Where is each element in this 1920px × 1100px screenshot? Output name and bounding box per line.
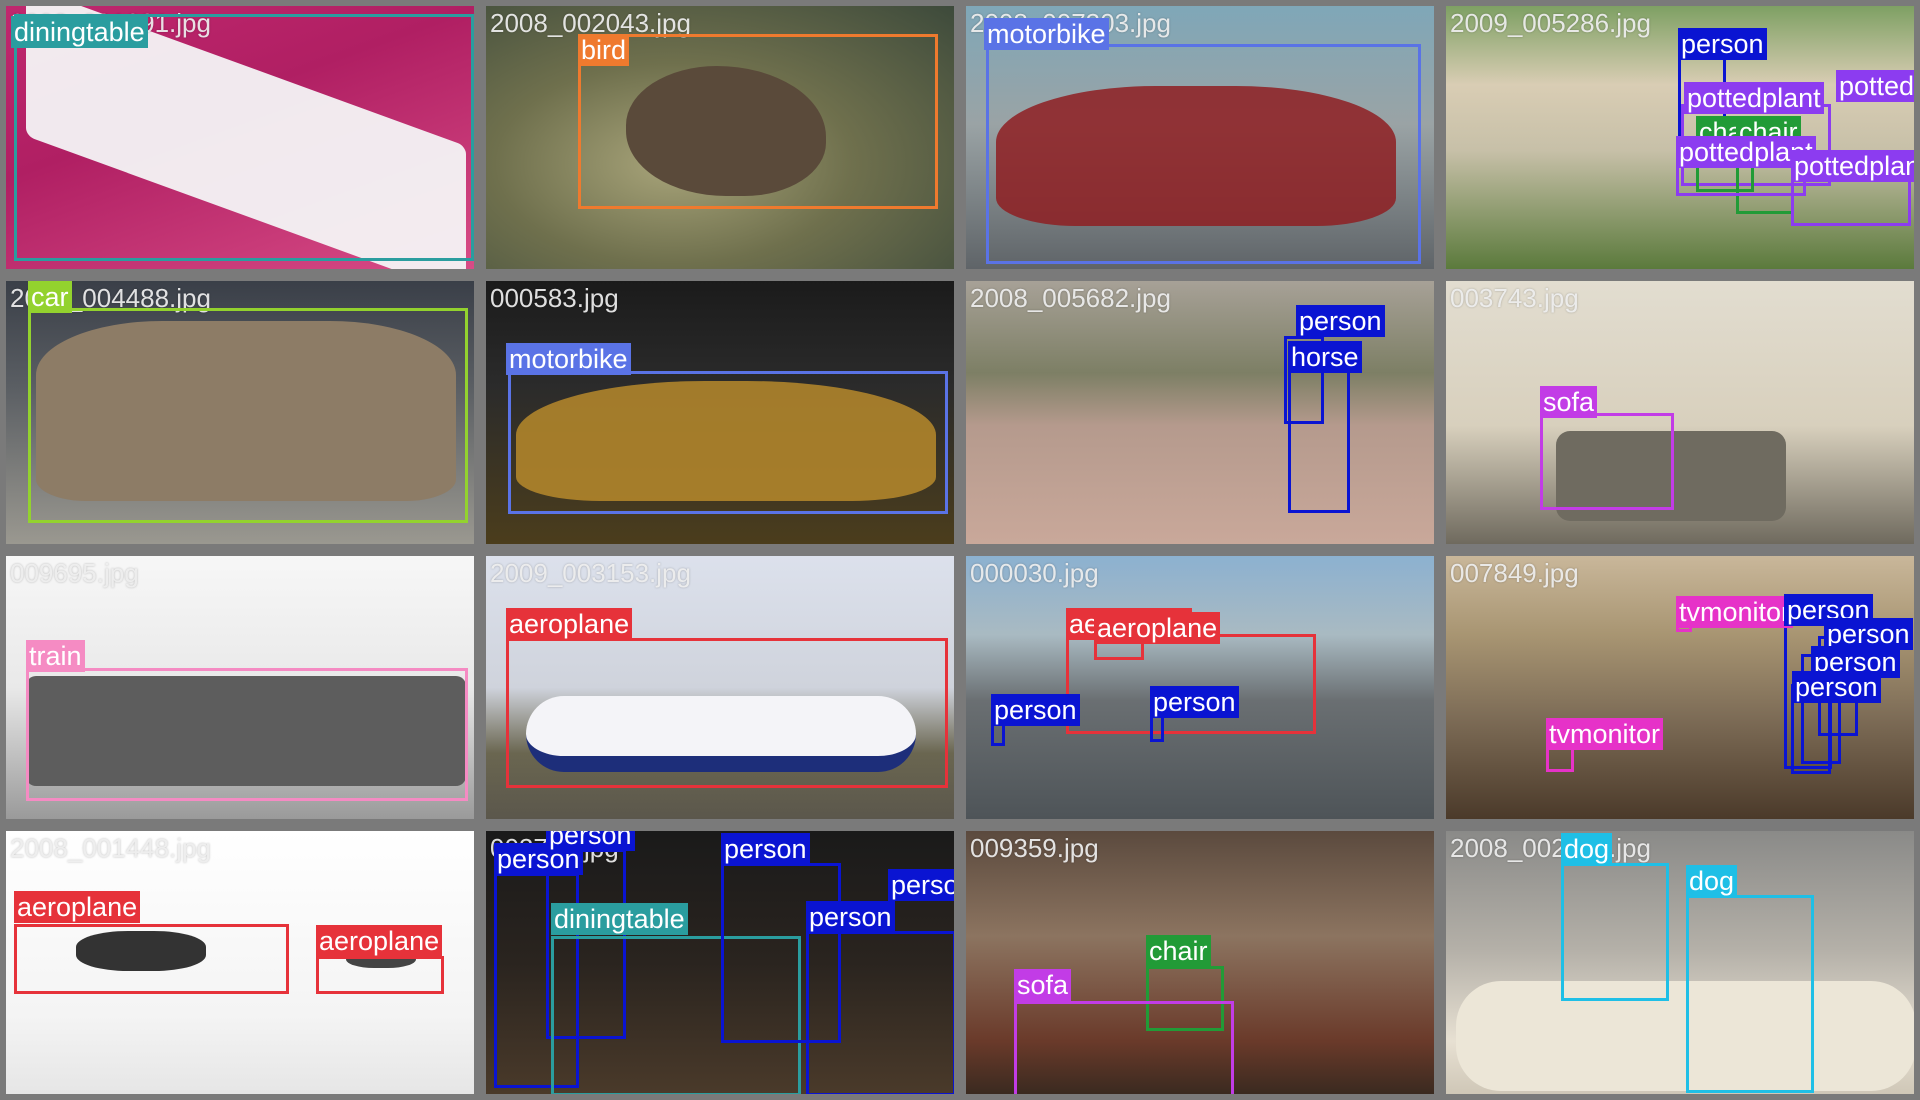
label-pottedplant: pottedplant [1684,82,1824,114]
label-bird: bird [578,34,630,66]
filename: 000583.jpg [490,283,619,313]
bbox-aeroplane [14,924,289,994]
label-aeroplane: aeroplane [506,608,633,640]
label-person: person [991,694,1080,726]
label-diningtable: diningtable [11,16,148,48]
bbox-motorbike [508,371,948,514]
label-horse: horse [1288,341,1362,373]
bbox-motorbike [986,44,1421,264]
bbox-diningtable [14,14,474,261]
label-aeroplane: aeroplane [316,925,443,957]
tile-5: 2008_004488.jpg car [0,275,480,550]
label-person: person [1296,305,1385,337]
tile-4: 2009_005286.jpg person pottedplant chair… [1440,0,1920,275]
label-person: person [1678,28,1767,60]
filename: 2008_001448.jpg [10,833,211,863]
tile-10: 2009_003153.jpg aeroplane [480,550,960,825]
tile-11: 000030.jpg aeroplane aeroplane person pe… [960,550,1440,825]
bbox-sofa [1014,1001,1234,1094]
label-car: car [28,281,72,313]
tile-14: 002743.jpg person person diningtable per… [480,825,960,1100]
tile-1: 2008_001091.jpg diningtable [0,0,480,275]
filename: 009695.jpg [10,558,139,588]
bbox-person [806,931,954,1094]
label-pottedplant: pottedplant [1836,70,1914,102]
label-pottedplant: pottedplant [1791,150,1914,182]
label-aeroplane: aeroplane [14,891,141,923]
tile-8: 003743.jpg sofa [1440,275,1920,550]
tile-7: 2008_005682.jpg person horse [960,275,1440,550]
filename: 2009_003153.jpg [490,558,691,588]
label-aeroplane: aeroplane [1094,612,1221,644]
bbox-dog [1561,863,1669,1001]
filename: 2009_005286.jpg [1450,8,1651,38]
bbox-dog [1686,895,1814,1093]
tile-6: 000583.jpg motorbike [480,275,960,550]
label-tvmonitor: tvmonitor [1676,596,1794,628]
label-motorbike: motorbike [984,18,1109,50]
filename: 2008_005682.jpg [970,283,1171,313]
label-sofa: sofa [1014,969,1072,1001]
label-tvmonitor: tvmonitor [1546,718,1664,750]
tile-13: 2008_001448.jpg aeroplane aeroplane [0,825,480,1100]
label-person: person [1150,686,1239,718]
bbox-aeroplane [506,638,948,788]
tile-3: 2008_007303.jpg motorbike [960,0,1440,275]
label-dog: dog [1561,833,1613,865]
filename: 000030.jpg [970,558,1099,588]
label-train: train [26,640,85,672]
bbox-aeroplane [316,956,444,994]
bbox-sofa [1540,413,1674,510]
tile-15: 009359.jpg chair sofa [960,825,1440,1100]
tile-16: 2008_002062.jpg dog dog [1440,825,1920,1100]
label-person: person [546,831,635,851]
filename: 007849.jpg [1450,558,1579,588]
tile-12: 007849.jpg tvmonitor person person perso… [1440,550,1920,825]
filename: 003743.jpg [1450,283,1579,313]
label-dog: dog [1686,865,1738,897]
bbox-horse [1288,363,1350,513]
tile-9: 009695.jpg train [0,550,480,825]
bbox-train [26,668,468,801]
detection-grid: 2008_001091.jpg diningtable 2008_002043.… [0,0,1920,1100]
tile-2: 2008_002043.jpg bird [480,0,960,275]
bbox-bird [578,34,938,209]
label-person: person [888,869,954,901]
filename: 2008_002062.jpg [1450,833,1651,863]
label-sofa: sofa [1540,386,1598,418]
label-person: person [1792,671,1881,703]
label-motorbike: motorbike [506,343,631,375]
bbox-car [28,308,468,523]
filename: 009359.jpg [970,833,1099,863]
label-person: person [806,901,895,933]
label-person: person [721,833,810,865]
label-chair: chair [1146,935,1211,967]
label-diningtable: diningtable [551,903,688,935]
